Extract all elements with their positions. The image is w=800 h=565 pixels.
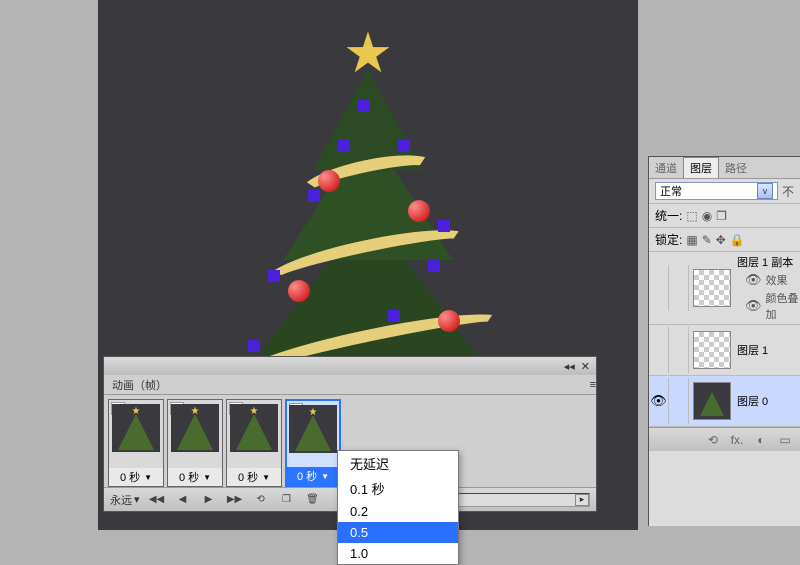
frame-delay-button[interactable]: 0 秒▼ <box>168 468 222 486</box>
tab-channels[interactable]: 通道 <box>649 158 683 178</box>
lock-position-icon[interactable]: ✥ <box>716 233 726 247</box>
unify-row: 统一: ⬚ ◉ ❐ <box>649 204 800 228</box>
link-layers-button[interactable]: ⟲ <box>704 432 722 448</box>
visibility-toggle[interactable]: 👁 <box>649 378 669 424</box>
delay-option-0-5[interactable]: 0.5 <box>338 522 458 543</box>
tween-button[interactable]: ⟲ <box>252 492 270 508</box>
frame-thumbnail: ★ <box>230 404 278 452</box>
fx-label: 效果 <box>766 272 788 288</box>
layer-row[interactable]: 图层 1 副本 👁效果 👁颜色叠加 <box>649 252 800 325</box>
delay-option-1-0[interactable]: 1.0 <box>338 543 458 564</box>
close-icon[interactable]: ✕ <box>581 360 590 373</box>
layer-list: 图层 1 副本 👁效果 👁颜色叠加 图层 1 👁 图层 0 <box>649 252 800 427</box>
layer-thumbnail <box>693 382 731 420</box>
loop-label: 永远 <box>110 492 132 508</box>
animation-tab[interactable]: 动画（帧） ≡ <box>104 375 596 395</box>
tab-paths[interactable]: 路径 <box>719 158 753 178</box>
layer-name: 图层 0 <box>737 393 800 409</box>
dropdown-arrow-icon: ▼ <box>203 473 211 482</box>
frame-4[interactable]: 4 ★ 0 秒▼ <box>285 399 341 487</box>
frame-thumbnail: ★ <box>112 404 160 452</box>
dropdown-arrow-icon: ▼ <box>262 473 270 482</box>
layer-fx-button[interactable]: fx. <box>728 432 746 448</box>
panel-menu-icon[interactable]: ≡ <box>590 379 596 391</box>
blend-mode-select[interactable]: 正常 v <box>655 182 778 200</box>
frame-delay-button[interactable]: 0 秒▼ <box>287 467 339 485</box>
eye-icon: 👁 <box>650 393 667 409</box>
dropdown-arrow-icon: ▾ <box>134 493 140 506</box>
loop-selector[interactable]: 永远 ▾ <box>110 492 140 508</box>
layer-name: 图层 1 <box>737 342 800 358</box>
layers-panel: 通道 图层 路径 正常 v 不 统一: ⬚ ◉ ❐ 锁定: ▦ ✎ ✥ 🔒 图层… <box>648 156 800 526</box>
link-cell[interactable] <box>669 327 689 373</box>
new-group-button[interactable]: ▭ <box>776 432 794 448</box>
layer-mask-button[interactable]: ◐ <box>752 432 770 448</box>
blend-mode-row: 正常 v 不 <box>649 179 800 204</box>
layer-thumbnail <box>693 331 731 369</box>
lock-all-icon[interactable]: 🔒 <box>730 233 745 247</box>
frame-delay-button[interactable]: 0 秒▼ <box>109 468 163 486</box>
eye-icon[interactable]: 👁 <box>745 298 762 314</box>
frame-delay-button[interactable]: 0 秒▼ <box>227 468 281 486</box>
eye-icon[interactable]: 👁 <box>745 272 762 288</box>
visibility-toggle[interactable] <box>649 265 669 311</box>
colour-overlay-label: 颜色叠加 <box>766 290 800 322</box>
collapse-left-icon[interactable]: ◂◂ <box>564 360 575 373</box>
star-icon: ★ <box>343 20 393 86</box>
panel-tabs: 通道 图层 路径 <box>649 157 800 179</box>
next-frame-button[interactable]: ▶▶ <box>226 492 244 508</box>
prev-frame-button[interactable]: ◀ <box>174 492 192 508</box>
delay-option-0-1[interactable]: 0.1 秒 <box>338 476 458 501</box>
dropdown-arrow-icon: ▼ <box>144 473 152 482</box>
layer-thumbnail <box>693 269 731 307</box>
lock-transparency-icon[interactable]: ▦ <box>686 233 697 247</box>
layers-footer: ⟲ fx. ◐ ▭ <box>649 427 800 451</box>
frame-thumbnail: ★ <box>289 405 337 453</box>
scroll-right-icon[interactable]: ▸ <box>575 494 589 506</box>
animation-tab-label: 动画（帧） <box>112 377 167 393</box>
animation-titlebar[interactable]: ◂◂ ✕ <box>104 357 596 375</box>
lock-label: 锁定: <box>655 231 682 248</box>
opacity-label-cut: 不 <box>782 183 794 200</box>
frame-3[interactable]: 3 ★ 0 秒▼ <box>226 399 282 487</box>
lock-row: 锁定: ▦ ✎ ✥ 🔒 <box>649 228 800 252</box>
delay-option-0-2[interactable]: 0.2 <box>338 501 458 522</box>
frame-1[interactable]: 1 ★ 0 秒▼ <box>108 399 164 487</box>
unify-style-icon[interactable]: ❐ <box>716 209 727 223</box>
frame-thumbnail: ★ <box>171 404 219 452</box>
layer-row[interactable]: 👁 图层 0 <box>649 376 800 427</box>
unify-position-icon[interactable]: ⬚ <box>686 209 697 223</box>
lock-pixels-icon[interactable]: ✎ <box>702 233 712 247</box>
unify-visibility-icon[interactable]: ◉ <box>702 209 712 223</box>
frame-2[interactable]: 2 ★ 0 秒▼ <box>167 399 223 487</box>
dropdown-arrow-icon: ▼ <box>321 472 329 481</box>
blend-mode-value: 正常 <box>660 183 682 199</box>
layer-row[interactable]: 图层 1 <box>649 325 800 376</box>
dropdown-arrow-icon: v <box>757 183 773 199</box>
visibility-toggle[interactable] <box>649 327 669 373</box>
tab-layers[interactable]: 图层 <box>683 157 719 178</box>
play-button[interactable]: ▶ <box>200 492 218 508</box>
frame-delay-menu: 无延迟 0.1 秒 0.2 0.5 1.0 <box>337 450 459 565</box>
delete-frame-button[interactable]: 🗑 <box>304 492 322 508</box>
unify-label: 统一: <box>655 207 682 224</box>
link-cell[interactable] <box>669 265 689 311</box>
new-frame-button[interactable]: ❐ <box>278 492 296 508</box>
link-cell[interactable] <box>669 378 689 424</box>
first-frame-button[interactable]: ◀◀ <box>148 492 166 508</box>
delay-option-no-delay[interactable]: 无延迟 <box>338 451 458 476</box>
layer-name: 图层 1 副本 <box>737 254 800 270</box>
